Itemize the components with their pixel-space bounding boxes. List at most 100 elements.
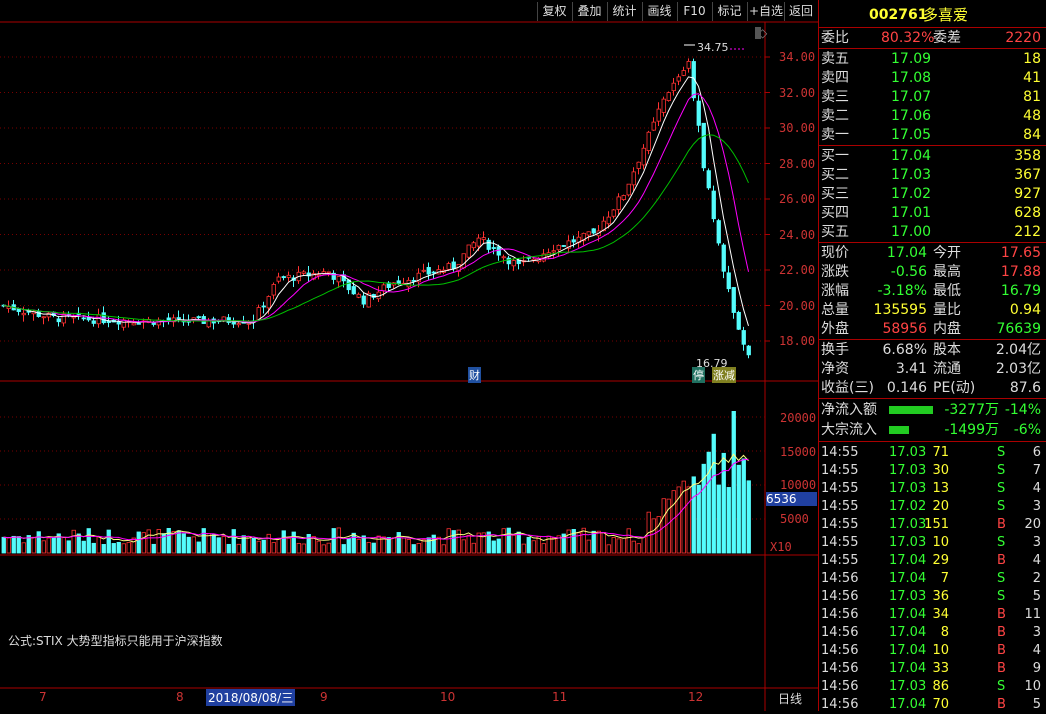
volume-bar <box>611 537 616 554</box>
volume-bar <box>236 543 241 554</box>
stats-label: 股本 <box>933 342 961 358</box>
tick-time: 14:55 <box>821 535 859 550</box>
stats-button[interactable]: 统计 <box>607 2 641 21</box>
tick-side: S <box>997 499 1006 514</box>
tick-side: S <box>997 571 1006 586</box>
price-axis-label: 28.00 <box>779 157 816 171</box>
tick-row: 14:55 17.03 13 S 4 <box>819 480 1046 498</box>
ask-price: 17.09 <box>891 51 932 67</box>
ask-level-label: 卖三 <box>821 89 849 105</box>
quote-label: 现价 <box>821 245 849 261</box>
tick-volume: 20 <box>932 499 949 514</box>
candle-body <box>571 239 576 243</box>
volume-bar <box>136 531 141 554</box>
ma5-line <box>3 76 749 327</box>
financial-report-marker[interactable]: 财 <box>468 367 481 383</box>
stats-label: 净资 <box>821 361 849 377</box>
candle-body <box>286 274 291 278</box>
tick-time: 14:56 <box>821 643 859 658</box>
quote-value: -3.18% <box>877 283 927 299</box>
bid-price: 17.00 <box>891 224 932 240</box>
price-axis-label: 32.00 <box>779 86 816 100</box>
f10-button[interactable]: F10 <box>677 2 711 21</box>
volume-bar <box>11 535 16 554</box>
volume-bar <box>336 527 341 554</box>
volume-bar <box>196 541 201 554</box>
candle-body <box>236 323 241 326</box>
draw-line-button[interactable]: 画线 <box>642 2 676 21</box>
stats-row: 净资 3.41 流通 2.03亿 <box>819 360 1046 378</box>
volume-axis-label: 20000 <box>780 411 817 425</box>
add-favorite-button[interactable]: +自选 <box>747 2 784 21</box>
tick-volume: 10 <box>932 535 949 550</box>
quote-label: 最低 <box>933 283 961 299</box>
tick-row: 14:56 17.04 7 S 2 <box>819 570 1046 588</box>
volume-bar <box>231 529 236 554</box>
candle-body <box>716 220 721 244</box>
tick-price: 17.03 <box>889 517 927 532</box>
flow-row: 净流入额 -3277万 -14% <box>819 401 1046 419</box>
tick-time: 14:55 <box>821 463 859 478</box>
candle-body <box>361 295 366 305</box>
suspension-marker[interactable]: 停 <box>692 367 705 383</box>
tick-volume: 30 <box>932 463 949 478</box>
bid-level-label: 买二 <box>821 167 849 183</box>
candle-body <box>96 314 101 325</box>
tick-row: 14:56 17.04 70 B 5 <box>819 696 1046 714</box>
weicha-label: 委差 <box>933 30 961 46</box>
ask-volume: 84 <box>1023 127 1041 143</box>
overlay-button[interactable]: 叠加 <box>572 2 606 21</box>
stats-label: 流通 <box>933 361 961 377</box>
volume-bar <box>416 543 421 554</box>
volume-bar <box>391 537 396 554</box>
volume-bar <box>741 458 746 554</box>
period-tab-daily[interactable]: 日线 <box>778 690 802 707</box>
kline-chart-svg[interactable]: ◇ <box>0 0 818 711</box>
volume-bar <box>506 527 511 554</box>
flow-value: -1499万 <box>944 422 999 438</box>
tick-volume: 13 <box>932 481 949 496</box>
fuquan-button[interactable]: 复权 <box>537 2 571 21</box>
back-button[interactable]: 返回 <box>784 2 817 21</box>
mark-button[interactable]: 标记 <box>712 2 746 21</box>
bid-level-label: 买四 <box>821 205 849 221</box>
volume-bar <box>156 529 161 554</box>
quote-row: 涨跌 -0.56 最高 17.88 <box>819 263 1046 281</box>
volume-bar <box>281 530 286 554</box>
tick-count: 3 <box>1032 499 1041 514</box>
volume-bar <box>271 542 276 554</box>
date-axis-label: 12 <box>688 690 704 704</box>
candle-body <box>491 247 496 249</box>
candle-body <box>646 131 651 152</box>
candle-body <box>131 322 136 326</box>
bid-row: 买一 17.04 358 <box>819 147 1046 165</box>
tick-count: 20 <box>1024 517 1041 532</box>
volume-bar <box>341 544 346 554</box>
volume-bar <box>431 534 436 554</box>
bid-level-label: 买一 <box>821 148 849 164</box>
candle-body <box>471 242 476 249</box>
volume-bar <box>86 528 91 554</box>
volume-bar <box>6 537 11 554</box>
volume-current-label: 6536 <box>766 492 817 506</box>
candle-body <box>651 121 656 131</box>
volume-bar <box>116 541 121 554</box>
candle-body <box>326 271 331 274</box>
tick-time: 14:55 <box>821 499 859 514</box>
tick-side: B <box>997 607 1006 622</box>
bid-price: 17.01 <box>891 205 932 221</box>
quote-row: 总量 135595 量比 0.94 <box>819 301 1046 319</box>
volume-bar <box>401 537 406 554</box>
kline-chart-area[interactable]: ◇ 复权 叠加 统计 画线 F10 标记 +自选 返回 34.00 32.00 … <box>0 0 818 711</box>
volume-bar <box>286 537 291 554</box>
volume-bar <box>46 537 51 554</box>
volume-bar <box>76 533 81 554</box>
formula-note: 公式:STIX 大势型指标只能用于沪深指数 <box>8 634 223 648</box>
tick-price: 17.03 <box>889 535 927 550</box>
quote-value: 16.79 <box>1000 283 1041 299</box>
candle-body <box>431 271 436 274</box>
reduction-marker[interactable]: 涨减 <box>712 367 736 383</box>
volume-bar <box>706 451 711 554</box>
volume-bar <box>226 543 231 554</box>
volume-bar <box>466 534 471 554</box>
